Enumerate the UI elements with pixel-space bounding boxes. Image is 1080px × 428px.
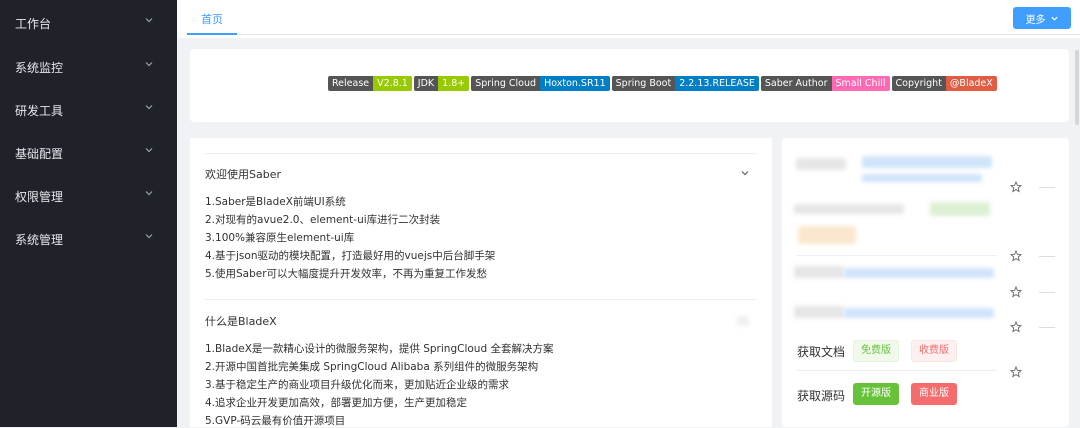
sidebar-item-monitor[interactable]: 系统监控 [0,52,177,82]
divider [797,255,997,256]
badge-value: Small Chill [831,76,890,91]
badge-key: JDK [413,76,439,91]
chevron-down-icon [145,105,153,110]
blurred-content [798,226,856,244]
badge-value: V2.8.1 [373,76,412,91]
divider [1039,292,1055,293]
chevron-down-icon [145,62,153,67]
collapse-header-bladex[interactable]: 什么是BladeX [205,313,277,329]
list-item: 5.使用Saber可以大幅度提升开发效率，不再为重复工作发愁 [205,268,488,280]
blurred-content [796,158,846,170]
divider [1039,256,1055,257]
badge-spring-cloud: Spring Cloud Hoxton.SR11 [471,76,610,91]
chevron-down-icon [145,18,153,23]
blurred-content [844,308,994,318]
star-icon[interactable] [1010,321,1022,333]
more-button[interactable]: 更多 [1013,7,1071,29]
sidebar-item-label: 工作台 [15,16,52,31]
badge-key: Spring Boot [611,76,676,91]
divider [797,370,997,371]
badge-value: Hoxton.SR11 [540,76,610,91]
blurred-content [794,204,904,214]
badge-key: Copyright [891,76,946,91]
chevron-down-icon [145,234,153,239]
badge-list: Release V2.8.1 JDK 1.8+ Spring Cloud Hox… [328,76,999,91]
list-item: 4.追求企业开发更加高效，部署更加方便，生产更加稳定 [205,397,468,409]
badge-value: 2.2.13.RELEASE [675,76,759,91]
badge-key: Release [328,76,374,91]
sidebar-item-label: 基础配置 [15,146,64,161]
scrollbar[interactable] [1075,50,1079,125]
blurred-content [862,174,982,182]
chevron-down-icon [145,148,153,153]
list-item: 3.100%兼容原生element-ui库 [205,232,355,244]
list-item: 1.Saber是BladeX前端UI系统 [205,196,346,208]
list-item: 3.基于稳定生产的商业项目升级优化而来，更加贴近企业级的需求 [205,379,510,391]
source-open-button[interactable]: 开源版 [853,383,899,405]
badge-release: Release V2.8.1 [328,76,412,91]
version-badges-card: Release V2.8.1 JDK 1.8+ Spring Cloud Hox… [190,49,1069,122]
star-icon[interactable] [1010,366,1022,378]
star-icon[interactable] [1010,250,1022,262]
badge-key: Spring Cloud [471,76,541,91]
divider [205,153,757,154]
list-item: 2.对现有的avue2.0、element-ui库进行二次封装 [205,214,441,226]
blurred-content [794,306,844,318]
sidebar: 工作台 系统监控 研发工具 基础配置 权限管理 系统管理 [0,0,177,427]
sidebar-item-label: 研发工具 [15,103,64,118]
badge-jdk: JDK 1.8+ [413,76,470,91]
blurred-content [737,316,749,326]
links-card: 获取文档 免费版 收费版 获取源码 开源版 商业版 [782,138,1069,427]
divider [1039,187,1055,188]
chevron-down-icon[interactable] [740,168,750,178]
list-item: 2.开源中国首批完美集成 SpringCloud Alibaba 系列组件的微服… [205,361,539,373]
list-item: 4.基于json驱动的模块配置，打造最好用的vuejs中后台脚手架 [205,250,496,262]
sidebar-item-label: 系统监控 [15,60,64,75]
tab-bar: 首页 更多 [177,0,1080,38]
badge-saber-author: Saber Author Small Chill [760,76,890,91]
docs-free-button[interactable]: 免费版 [853,340,899,362]
sidebar-item-label: 系统管理 [15,232,64,247]
source-commercial-button[interactable]: 商业版 [911,383,957,405]
divider [205,299,757,300]
star-icon[interactable] [1010,181,1022,193]
docs-label: 获取文档 [797,345,846,359]
sidebar-item-devtools[interactable]: 研发工具 [0,95,177,125]
blurred-content [794,266,844,278]
tab-divider [237,34,1080,35]
badge-spring-boot: Spring Boot 2.2.13.RELEASE [611,76,759,91]
chevron-down-icon [1050,16,1058,21]
sidebar-item-permission[interactable]: 权限管理 [0,181,177,211]
divider [1039,327,1055,328]
badge-value: 1.8+ [438,76,470,91]
docs-paid-button[interactable]: 收费版 [911,340,957,362]
source-label: 获取源码 [797,389,846,403]
badge-value: @BladeX [945,76,997,91]
sidebar-item-workbench[interactable]: 工作台 [0,8,177,38]
blurred-content [844,268,994,278]
tab-home[interactable]: 首页 [187,9,237,35]
blurred-content [930,202,990,216]
blurred-content [862,156,992,168]
sidebar-item-label: 权限管理 [15,189,64,204]
collapse-header-saber[interactable]: 欢迎使用Saber [205,166,281,182]
list-item: 5.GVP-码云最有价值开源项目 [205,415,346,427]
sidebar-item-config[interactable]: 基础配置 [0,138,177,168]
more-button-label: 更多 [1025,14,1046,26]
sidebar-item-system[interactable]: 系统管理 [0,224,177,254]
chevron-down-icon [145,191,153,196]
star-icon[interactable] [1010,286,1022,298]
intro-card: 欢迎使用Saber 1.Saber是BladeX前端UI系统 2.对现有的avu… [190,138,772,427]
list-item: 1.BladeX是一款精心设计的微服务架构，提供 SpringCloud 全套解… [205,343,554,355]
badge-copyright: Copyright @BladeX [891,76,997,91]
badge-key: Saber Author [760,76,832,91]
